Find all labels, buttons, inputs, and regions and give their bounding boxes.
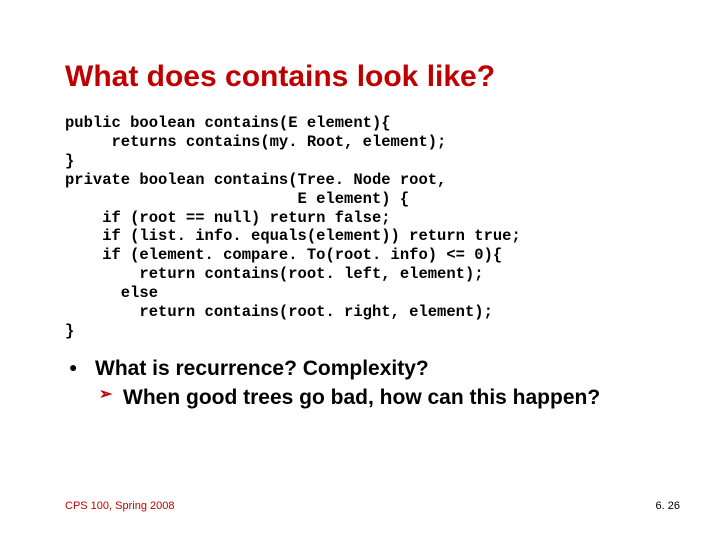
bullet-item: What is recurrence? Complexity? When goo… [65,357,655,411]
sub-bullet-text: When good trees go bad, how can this hap… [123,386,600,409]
sub-bullet-list: When good trees go bad, how can this hap… [95,385,655,411]
slide-title: What does contains look like? [65,60,655,94]
sub-bullet-item: When good trees go bad, how can this hap… [95,385,655,411]
bullet-text: What is recurrence? Complexity? [95,357,429,380]
footer-right: 6. 26 [656,500,680,512]
bullet-list: What is recurrence? Complexity? When goo… [65,357,655,411]
footer-left: CPS 100, Spring 2008 [65,500,174,512]
code-block: public boolean contains(E element){ retu… [65,114,655,341]
slide: What does contains look like? public boo… [0,0,720,540]
